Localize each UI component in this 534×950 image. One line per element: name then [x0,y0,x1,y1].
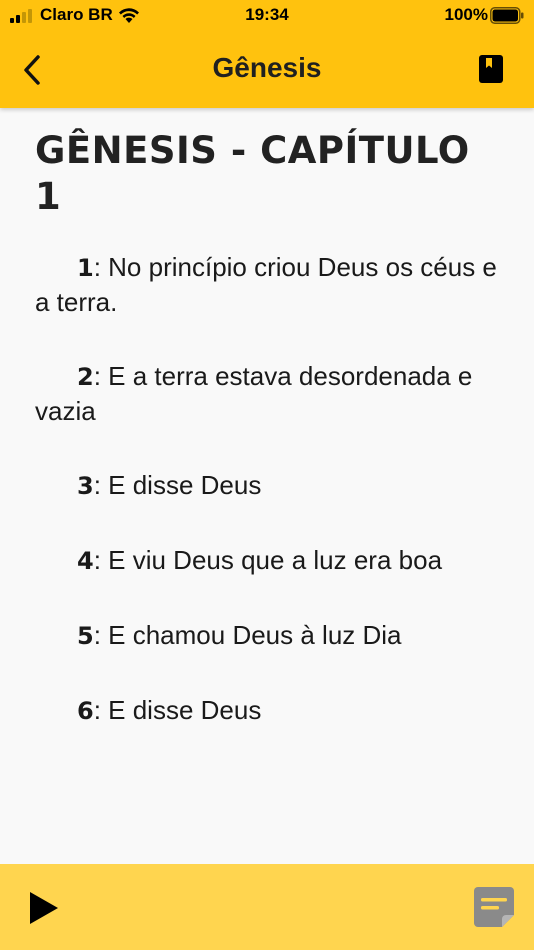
battery-percent: 100% [444,5,488,24]
page-title: Gênesis [212,52,322,83]
verse-number: 3 [77,472,94,500]
verse-number: 6 [77,697,94,725]
verse-number: 2 [77,363,94,391]
verse-number: 5 [77,622,94,650]
verse-text: : E viu Deus que a luz era boa [93,545,443,575]
book-icon [479,55,503,83]
verse: 3: E disse Deus [35,468,499,503]
note-icon [474,887,514,927]
book-button[interactable] [478,54,504,84]
verse-number: 4 [77,547,94,575]
play-button[interactable] [28,890,60,926]
verse-number: 1 [77,254,94,282]
verse-text: : No princípio criou Deus os céus e a te… [35,252,497,317]
verse: 5: E chamou Deus à luz Dia [35,618,499,653]
battery-icon [490,7,524,24]
notes-button[interactable] [472,885,516,929]
verse-text: : E a terra estava desordenada e vazia [35,361,473,426]
chapter-title: GÊNESIS - CAPÍTULO 1 [35,129,470,218]
verse: 4: E viu Deus que a luz era boa [35,543,499,578]
status-bar: Claro BR 19:34 100% [0,0,534,30]
play-icon [30,892,58,924]
verse-text: : E chamou Deus à luz Dia [93,620,402,650]
verse: 2: E a terra estava desordenada e vazia [35,359,499,428]
verse: 1: No princípio criou Deus os céus e a t… [35,250,499,319]
chapter-content[interactable]: GÊNESIS - CAPÍTULO 1 1: No princípio cri… [0,108,534,756]
nav-bar: Gênesis [0,30,534,108]
bottom-toolbar [0,864,534,950]
verse-text: : E disse Deus [93,695,262,725]
verse: 6: E disse Deus [35,693,499,728]
verse-text: : E disse Deus [93,470,262,500]
app-header: Claro BR 19:34 100% Gênesis [0,0,534,108]
